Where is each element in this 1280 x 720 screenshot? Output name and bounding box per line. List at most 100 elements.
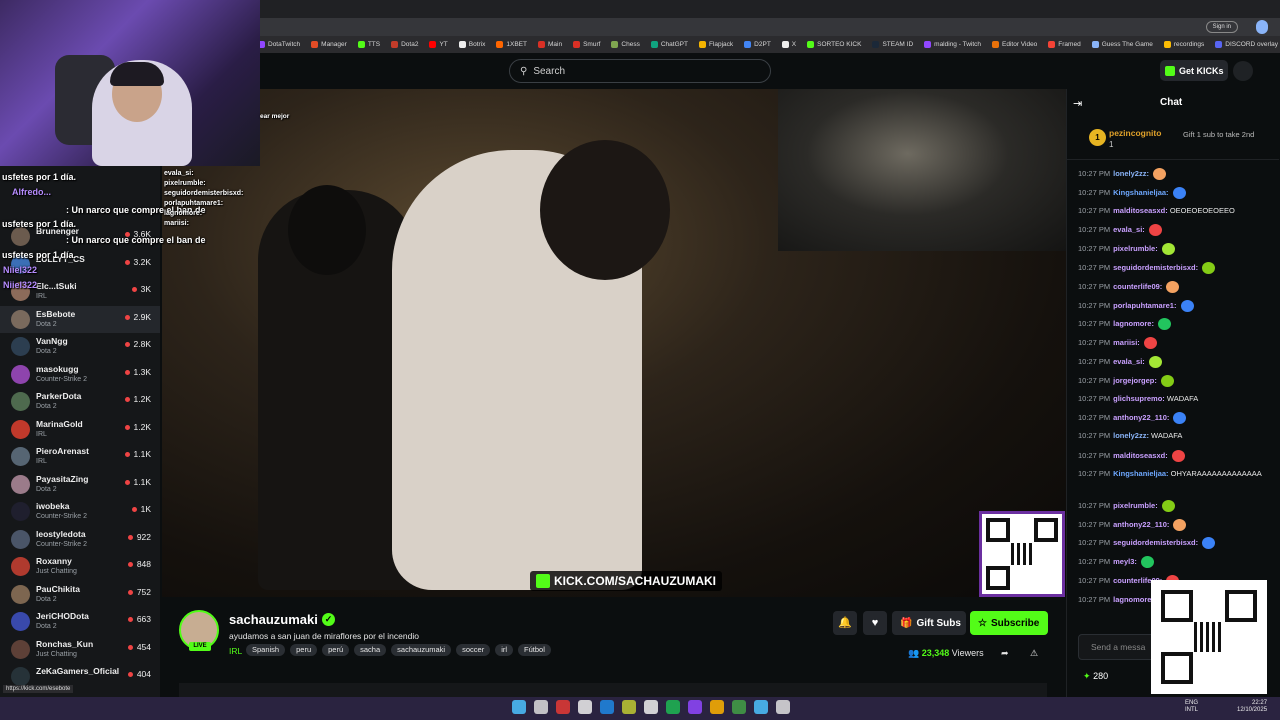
chat-username[interactable]: anthony22_110: [1113, 520, 1169, 529]
sidebar-channel-item[interactable]: VanNgg Dota 2 2.8K [0, 333, 160, 360]
sign-in-button[interactable]: Sign in [1205, 21, 1238, 33]
app-icon[interactable] [644, 700, 658, 714]
edge-icon[interactable] [600, 700, 614, 714]
bookmark-item[interactable]: Flapjack [698, 41, 733, 48]
star-icon: ☆ [978, 617, 987, 629]
browser-icon[interactable] [556, 700, 570, 714]
bookmark-item[interactable]: Smurf [573, 41, 600, 48]
bookmark-item[interactable]: TTS [357, 41, 380, 48]
sidebar-channel-item[interactable]: PayasitaZing Dota 2 1.1K [0, 471, 160, 498]
sidebar-channel-item[interactable]: iwobeka Counter-Strike 2 1K [0, 498, 160, 525]
sidebar-channel-item[interactable]: masokugg Counter-Strike 2 1.3K [0, 361, 160, 388]
language-indicator[interactable]: ENG INTL [1185, 700, 1198, 714]
bookmark-item[interactable]: Framed [1048, 41, 1081, 48]
steam-icon[interactable] [622, 700, 636, 714]
chat-username[interactable]: evala_si: [1113, 225, 1145, 234]
bookmark-item[interactable]: STEAM ID [872, 41, 913, 48]
chat-username[interactable]: malditoseasxd: [1113, 451, 1168, 460]
twitch-icon[interactable] [688, 700, 702, 714]
sidebar-channel-item[interactable]: MarinaGold IRL 1.2K [0, 416, 160, 443]
chat-username[interactable]: evala_si: [1113, 357, 1145, 366]
sidebar-channel-item[interactable]: JeriCHODota Dota 2 663 [0, 608, 160, 635]
bookmark-item[interactable]: D2PT [744, 41, 771, 48]
collapse-chat-icon[interactable]: ⇥ [1073, 97, 1082, 110]
chat-username[interactable]: porlapuhtamare1: [1113, 301, 1176, 310]
user-avatar[interactable] [1233, 61, 1253, 81]
chat-username[interactable]: mariisi: [1113, 338, 1140, 347]
notification-bell-button[interactable]: 🔔 [833, 611, 857, 635]
chat-username[interactable]: counterlife09: [1113, 282, 1162, 291]
chat-username[interactable]: pixelrumble: [1113, 244, 1158, 253]
bookmark-item[interactable]: ChatGPT [650, 41, 688, 48]
bookmark-item[interactable]: malding - Twitch [924, 41, 981, 48]
sidebar-channel-item[interactable]: Ronchas_Kun Just Chatting 454 [0, 636, 160, 663]
leaderboard-user[interactable]: pezincognito [1109, 128, 1161, 138]
bookmark-item[interactable]: YT [429, 41, 448, 48]
chat-username[interactable]: glichsupremo: [1113, 394, 1165, 403]
chat-username[interactable]: lagnomore [1113, 595, 1151, 604]
search-icon[interactable] [534, 700, 548, 714]
chat-username[interactable]: jorgejorgep: [1113, 376, 1157, 385]
search-input[interactable]: ⚲ Search [509, 59, 771, 83]
chat-message: 10:27 PM evala_si: [1078, 224, 1274, 237]
get-kicks-button[interactable]: Get KICKs [1160, 60, 1228, 81]
stream-tag[interactable]: perú [322, 644, 350, 656]
sidebar-channel-item[interactable]: EsBebote Dota 2 2.9K [0, 305, 160, 333]
chat-username[interactable]: lagnomore: [1113, 319, 1154, 328]
bookmark-item[interactable]: Manager [311, 41, 347, 48]
chat-username[interactable]: seguidordemisterbisxd: [1113, 538, 1198, 547]
bookmark-item[interactable]: recordings [1163, 41, 1204, 48]
spotify-icon[interactable] [666, 700, 680, 714]
bookmark-item[interactable]: SORTEO KICK [807, 41, 861, 48]
report-icon[interactable]: ⚠ [1030, 648, 1038, 659]
bookmark-item[interactable]: DotaTwitch [258, 41, 300, 48]
chat-username[interactable]: pixelrumble: [1113, 501, 1158, 510]
stream-tag[interactable]: Fútbol [518, 644, 551, 656]
sheets-icon[interactable] [732, 700, 746, 714]
bookmark-item[interactable]: Main [537, 41, 562, 48]
chat-username[interactable]: Kingshanieljaa: [1113, 469, 1168, 478]
bookmark-item[interactable]: Botrix [458, 41, 485, 48]
bookmark-item[interactable]: Dota2 [391, 41, 418, 48]
channel-name[interactable]: sachauzumaki [229, 612, 318, 627]
follow-button[interactable]: ♥ [863, 611, 887, 635]
stream-tag[interactable]: peru [290, 644, 318, 656]
chat-username[interactable]: malditoseasxd: [1113, 206, 1168, 215]
chat-username[interactable]: anthony22_110: [1113, 413, 1169, 422]
app-icon[interactable] [578, 700, 592, 714]
sidebar-channel-item[interactable]: PauChikita Dota 2 752 [0, 581, 160, 608]
bookmark-item[interactable]: X [781, 41, 796, 48]
sidebar-channel-item[interactable]: Roxanny Just Chatting 848 [0, 553, 160, 580]
stream-tag[interactable]: Spanish [246, 644, 286, 656]
start-icon[interactable] [512, 700, 526, 714]
bookmark-item[interactable]: 1XBET [496, 41, 527, 48]
sidebar-channel-item[interactable]: leostyledota Counter-Strike 2 922 [0, 526, 160, 553]
browser-menu-icon[interactable] [1256, 20, 1268, 34]
stream-category[interactable]: IRL [229, 646, 242, 656]
sidebar-channel-item[interactable]: ParkerDota Dota 2 1.2K [0, 388, 160, 415]
system-clock[interactable]: 22:27 12/10/2025 [1237, 700, 1267, 714]
app-icon[interactable] [754, 700, 768, 714]
chat-username[interactable]: lonely2zz: [1113, 169, 1149, 178]
chat-message: 10:27 PM pixelrumble: [1078, 243, 1274, 256]
bookmark-item[interactable]: Chess [611, 41, 640, 48]
bookmark-item[interactable]: Guess The Game [1091, 41, 1153, 48]
bookmark-item[interactable]: DISCORD overlay [1215, 41, 1278, 48]
app-icon[interactable] [776, 700, 790, 714]
subscribe-button[interactable]: ☆ Subscribe [970, 611, 1048, 635]
share-icon[interactable]: ➦ [1001, 648, 1009, 659]
stream-tag[interactable]: irl [495, 644, 514, 656]
gift-subs-button[interactable]: 🎁 Gift Subs [892, 611, 966, 635]
bookmark-item[interactable]: Editor Video [992, 41, 1037, 48]
chat-username[interactable]: meyl3: [1113, 557, 1137, 566]
chat-username[interactable]: seguidordemisterbisxd: [1113, 263, 1198, 272]
chat-message: 10:27 PM evala_si: [1078, 356, 1274, 368]
sidebar-channel-item[interactable]: PieroArenast IRL 1.1K [0, 443, 160, 470]
chat-username[interactable]: Kingshanieljaa: [1113, 188, 1168, 197]
chat-username[interactable]: lonely2zz: [1113, 431, 1149, 440]
channel-points[interactable]: ✦ 280 [1083, 671, 1108, 682]
stream-tag[interactable]: sachauzumaki [391, 644, 452, 656]
folder-icon[interactable] [710, 700, 724, 714]
stream-tag[interactable]: soccer [456, 644, 491, 656]
stream-tag[interactable]: sacha [354, 644, 387, 656]
